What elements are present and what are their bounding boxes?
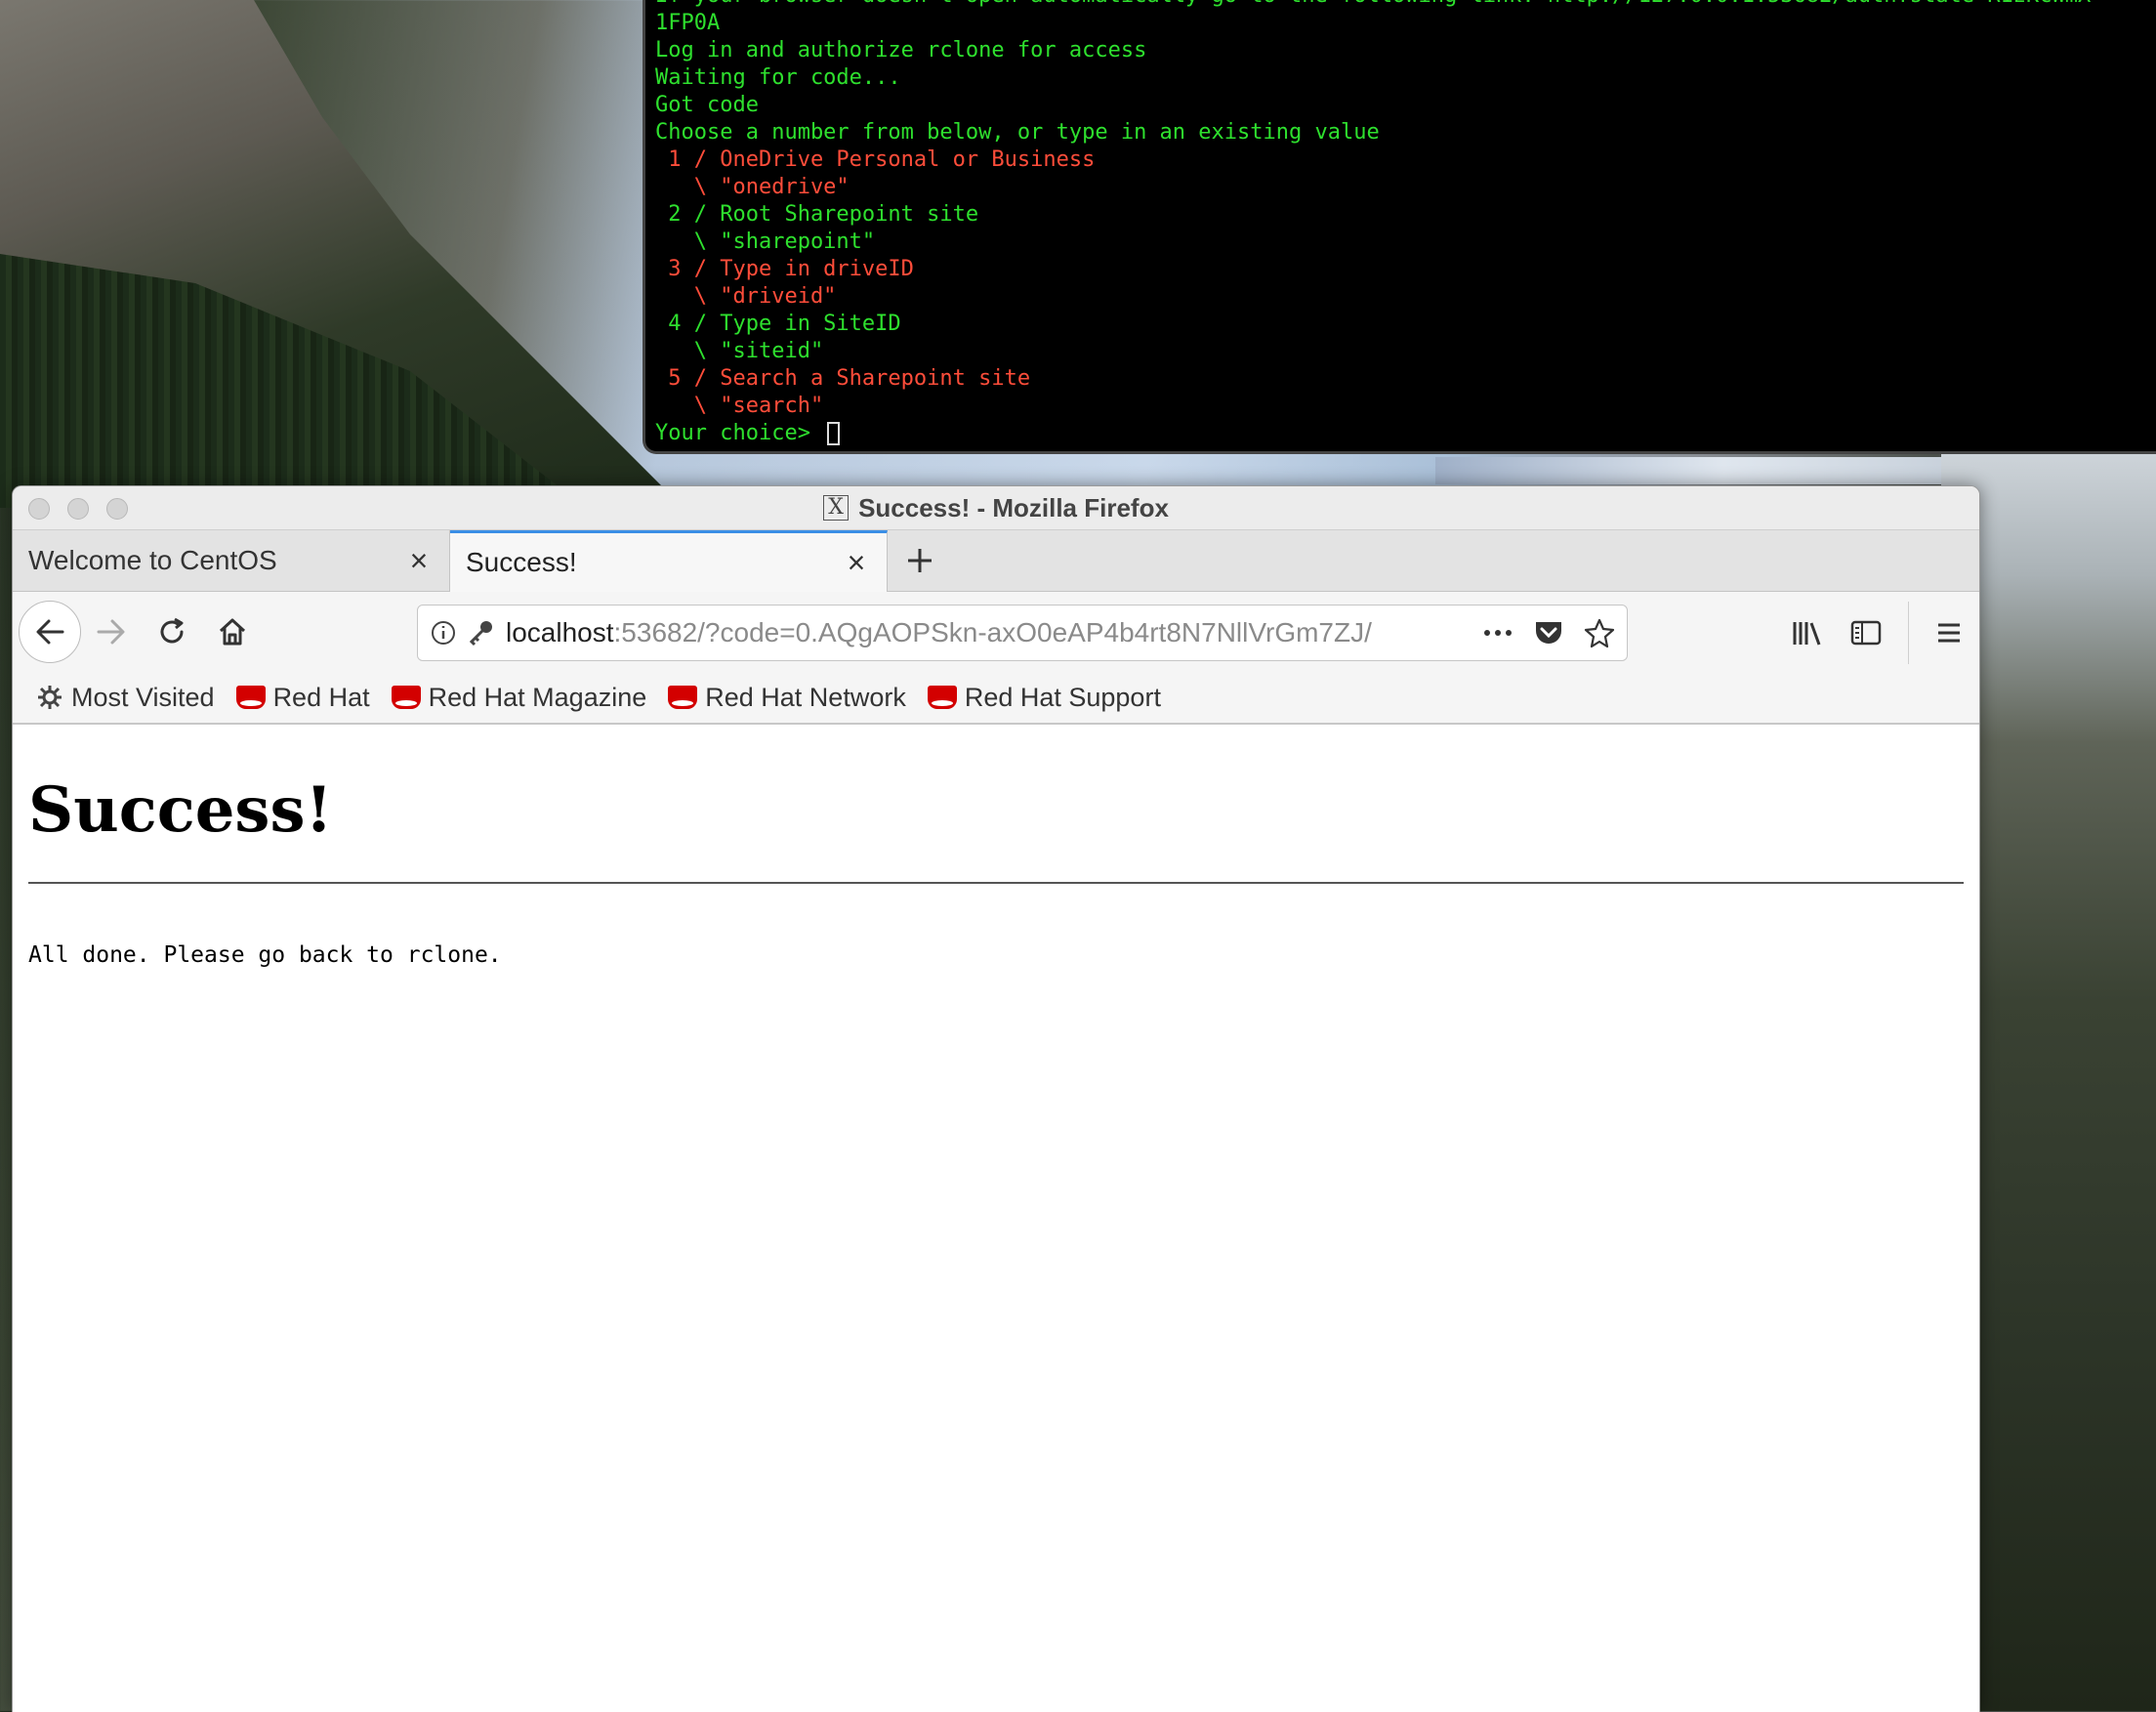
- back-button[interactable]: [19, 601, 81, 663]
- url-bar[interactable]: localhost:53682/?code=0.AQgAOPSkn-axO0eA…: [417, 605, 1628, 661]
- page-title: Success!: [28, 773, 333, 847]
- terminal-option-line: 2 / Root Sharepoint site: [655, 202, 979, 227]
- bookmark-red-hat-network[interactable]: Red Hat Network: [668, 683, 906, 713]
- bookmarks-toolbar: Most Visited Red Hat Red Hat Magazine Re…: [13, 672, 1979, 725]
- new-tab-button[interactable]: [888, 530, 952, 591]
- bookmark-label: Red Hat Support: [964, 682, 1161, 712]
- terminal-prompt-line[interactable]: Your choice>: [655, 420, 2156, 447]
- forward-arrow-icon: [97, 619, 125, 645]
- url-text[interactable]: localhost:53682/?code=0.AQgAOPSkn-axO0eA…: [506, 617, 1472, 648]
- gear-icon: [38, 686, 62, 709]
- terminal-cursor: [827, 422, 841, 445]
- page-content: Success! All done. Please go back to rcl…: [13, 773, 1979, 968]
- terminal-option-line: 5 / Search a Sharepoint site: [655, 366, 1031, 391]
- reload-button[interactable]: [142, 602, 202, 662]
- horizontal-rule: [28, 882, 1964, 884]
- back-arrow-icon: [36, 619, 64, 645]
- tab-label: Welcome to CentOS: [28, 545, 277, 575]
- bookmark-red-hat-magazine[interactable]: Red Hat Magazine: [391, 682, 647, 713]
- tab-success[interactable]: Success! ×: [450, 530, 888, 592]
- bookmark-star-icon[interactable]: [1584, 617, 1615, 648]
- redhat-icon: [927, 686, 957, 709]
- window-title: Success! - Mozilla Firefox: [858, 492, 1169, 522]
- terminal-option-value: \ "sharepoint": [655, 230, 876, 254]
- page-actions-icon[interactable]: [1482, 628, 1513, 638]
- bookmark-red-hat[interactable]: Red Hat: [235, 682, 370, 713]
- url-host: localhost: [506, 617, 614, 647]
- redhat-icon: [668, 686, 698, 709]
- home-icon: [219, 618, 246, 646]
- terminal-option-value: \ "driveid": [655, 284, 837, 309]
- forward-button[interactable]: [81, 602, 142, 662]
- info-icon[interactable]: [430, 619, 457, 647]
- plus-icon: [908, 549, 932, 572]
- tab-label: Success!: [466, 547, 577, 577]
- terminal-line: 1FP0A: [655, 11, 721, 35]
- sidebar-icon[interactable]: [1849, 618, 1883, 647]
- firefox-window: X Success! - Mozilla Firefox Welcome to …: [12, 485, 1980, 1712]
- bookmark-label: Red Hat Magazine: [428, 682, 647, 712]
- tab-welcome-centos[interactable]: Welcome to CentOS ×: [13, 530, 450, 591]
- terminal-option-line: 4 / Type in SiteID: [655, 312, 901, 336]
- home-button[interactable]: [202, 602, 263, 662]
- url-path: :53682/?code=0.AQgAOPSkn-axO0eAP4b4rt8N7…: [613, 617, 1372, 647]
- hamburger-menu-icon[interactable]: [1934, 619, 1964, 647]
- toolbar-separator: [1908, 602, 1909, 664]
- tab-bar: Welcome to CentOS × Success! ×: [13, 530, 1979, 592]
- bookmark-red-hat-support[interactable]: Red Hat Support: [927, 682, 1161, 713]
- bookmark-label: Most Visited: [71, 682, 215, 712]
- terminal-line: Choose a number from below, or type in a…: [655, 120, 1380, 145]
- bookmark-most-visited[interactable]: Most Visited: [36, 683, 215, 713]
- close-icon[interactable]: ×: [842, 545, 871, 581]
- terminal-window[interactable]: If your browser doesn't open automatical…: [643, 0, 2156, 454]
- terminal-option-value: \ "search": [655, 394, 824, 418]
- terminal-line: Got code: [655, 93, 759, 117]
- terminal-line: Waiting for code...: [655, 65, 901, 90]
- redhat-icon: [391, 686, 421, 709]
- key-icon[interactable]: [467, 618, 496, 647]
- pocket-icon[interactable]: [1533, 618, 1564, 647]
- terminal-option-value: \ "siteid": [655, 339, 824, 363]
- bookmark-label: Red Hat: [272, 682, 370, 712]
- reload-icon: [160, 617, 184, 644]
- x11-icon: X: [823, 495, 850, 521]
- navigation-toolbar: localhost:53682/?code=0.AQgAOPSkn-axO0eA…: [13, 592, 1979, 672]
- redhat-icon: [235, 686, 266, 709]
- close-icon[interactable]: ×: [404, 543, 434, 579]
- bookmark-label: Red Hat Network: [705, 682, 906, 712]
- terminal-line: If your browser doesn't open automatical…: [655, 0, 2156, 10]
- window-titlebar[interactable]: X Success! - Mozilla Firefox: [13, 486, 1979, 530]
- terminal-option-line: 3 / Type in driveID: [655, 257, 914, 281]
- terminal-prompt: Your choice>: [655, 421, 824, 445]
- terminal-line: Log in and authorize rclone for access: [655, 38, 1147, 63]
- library-icon[interactable]: [1791, 618, 1824, 647]
- page-message: All done. Please go back to rclone.: [28, 942, 502, 968]
- terminal-option-value: \ "onedrive": [655, 175, 850, 199]
- terminal-option-line: 1 / OneDrive Personal or Business: [655, 147, 1096, 172]
